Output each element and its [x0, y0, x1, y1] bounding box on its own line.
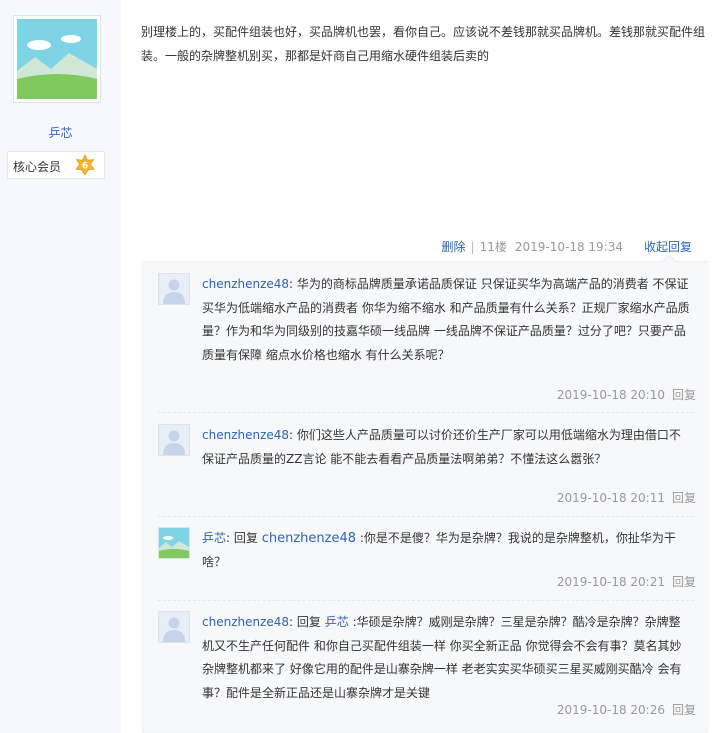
reply-divider — [158, 412, 694, 413]
post-time: 2019-10-18 19:34 — [514, 240, 623, 254]
reply-prefix: 回复 — [233, 531, 262, 545]
reply-footer: 2019-10-18 20:11 回复 — [557, 489, 696, 506]
reply-to-username[interactable]: 乒芯 — [325, 615, 349, 629]
author-avatar[interactable] — [13, 15, 101, 103]
reply-colon: : — [289, 428, 297, 442]
member-level-badge: 核心会员 6 — [7, 151, 105, 179]
reply-colon: : — [289, 615, 297, 629]
reply-button[interactable]: 回复 — [672, 388, 696, 402]
reply-colon-2: : — [348, 615, 357, 629]
reply-footer: 2019-10-18 20:21 回复 — [557, 573, 696, 590]
reply-item: chenzhenze48: 你们这些人产品质量可以讨价还价生产厂家可以用低端缩水… — [158, 424, 698, 512]
meta-separator: | — [470, 240, 475, 254]
member-level-number: 6 — [82, 162, 88, 172]
reply-button[interactable]: 回复 — [672, 491, 696, 505]
default-user-avatar-icon — [159, 274, 189, 304]
reply-content: chenzhenze48: 你们这些人产品质量可以讨价还价生产厂家可以用低端缩水… — [202, 424, 692, 471]
reply-colon: : — [289, 277, 297, 291]
reply-content: 乒芯: 回复 chenzhenze48 :你是不是傻？华为是杂牌？我说的是杂牌整… — [202, 527, 692, 574]
reply-colon-2: : — [356, 531, 364, 545]
delete-link[interactable]: 删除 — [442, 240, 466, 254]
reply-time: 2019-10-18 20:11 — [556, 491, 665, 505]
reply-item: chenzhenze48: 华为的商标品牌质量承诺品质保证 只保证买华为高端产品… — [158, 273, 698, 408]
reply-button[interactable]: 回复 — [672, 575, 696, 589]
reply-box-pointer-inner — [663, 256, 675, 262]
reply-username[interactable]: chenzhenze48 — [202, 428, 289, 442]
gold-star-level-badge-icon: 6 — [75, 154, 95, 176]
reply-time: 2019-10-18 20:21 — [556, 575, 665, 589]
post-meta: 删除 | 11楼 2019-10-18 19:34 — [442, 238, 623, 254]
reply-item: 乒芯: 回复 chenzhenze48 :你是不是傻？华为是杂牌？我说的是杂牌整… — [158, 527, 698, 592]
reply-username[interactable]: chenzhenze48 — [202, 277, 289, 291]
reply-divider — [158, 516, 694, 517]
reply-avatar[interactable] — [158, 611, 190, 643]
default-user-avatar-icon — [159, 612, 189, 642]
default-user-avatar-icon — [159, 425, 189, 455]
reply-avatar[interactable] — [158, 273, 190, 305]
reply-username[interactable]: 乒芯 — [202, 531, 226, 545]
reply-avatar[interactable] — [158, 527, 190, 559]
reply-time: 2019-10-18 20:10 — [556, 388, 665, 402]
reply-content: chenzhenze48: 回复 乒芯 :华硕是杂牌？威刚是杂牌？三星是杂牌？酷… — [202, 611, 692, 705]
author-sidebar: 乒芯 核心会员 6 — [0, 0, 121, 733]
landscape-avatar-icon — [17, 19, 97, 99]
floor-number: 11楼 — [479, 240, 507, 254]
member-label: 核心会员 — [13, 160, 62, 174]
reply-button[interactable]: 回复 — [672, 703, 696, 717]
reply-item: chenzhenze48: 回复 乒芯 :华硕是杂牌？威刚是杂牌？三星是杂牌？酷… — [158, 611, 698, 721]
reply-footer: 2019-10-18 20:26 回复 — [557, 701, 696, 718]
reply-content: chenzhenze48: 华为的商标品牌质量承诺品质保证 只保证买华为高端产品… — [202, 273, 692, 367]
landscape-avatar-icon — [159, 528, 189, 558]
reply-username[interactable]: chenzhenze48 — [202, 615, 289, 629]
reply-time: 2019-10-18 20:26 — [556, 703, 665, 717]
collapse-replies-link[interactable]: 收起回复 — [644, 238, 692, 255]
reply-to-username[interactable]: chenzhenze48 — [262, 531, 356, 546]
reply-colon: : — [226, 531, 234, 545]
reply-avatar[interactable] — [158, 424, 190, 456]
reply-prefix: 回复 — [296, 615, 325, 629]
post-content: 别理楼上的，买配件组装也好，买品牌机也罢，看你自己。应该说不差钱那就买品牌机。差… — [141, 25, 706, 63]
author-name[interactable]: 乒芯 — [0, 124, 121, 141]
reply-divider — [158, 600, 694, 601]
reply-footer: 2019-10-18 20:10 回复 — [557, 386, 696, 403]
